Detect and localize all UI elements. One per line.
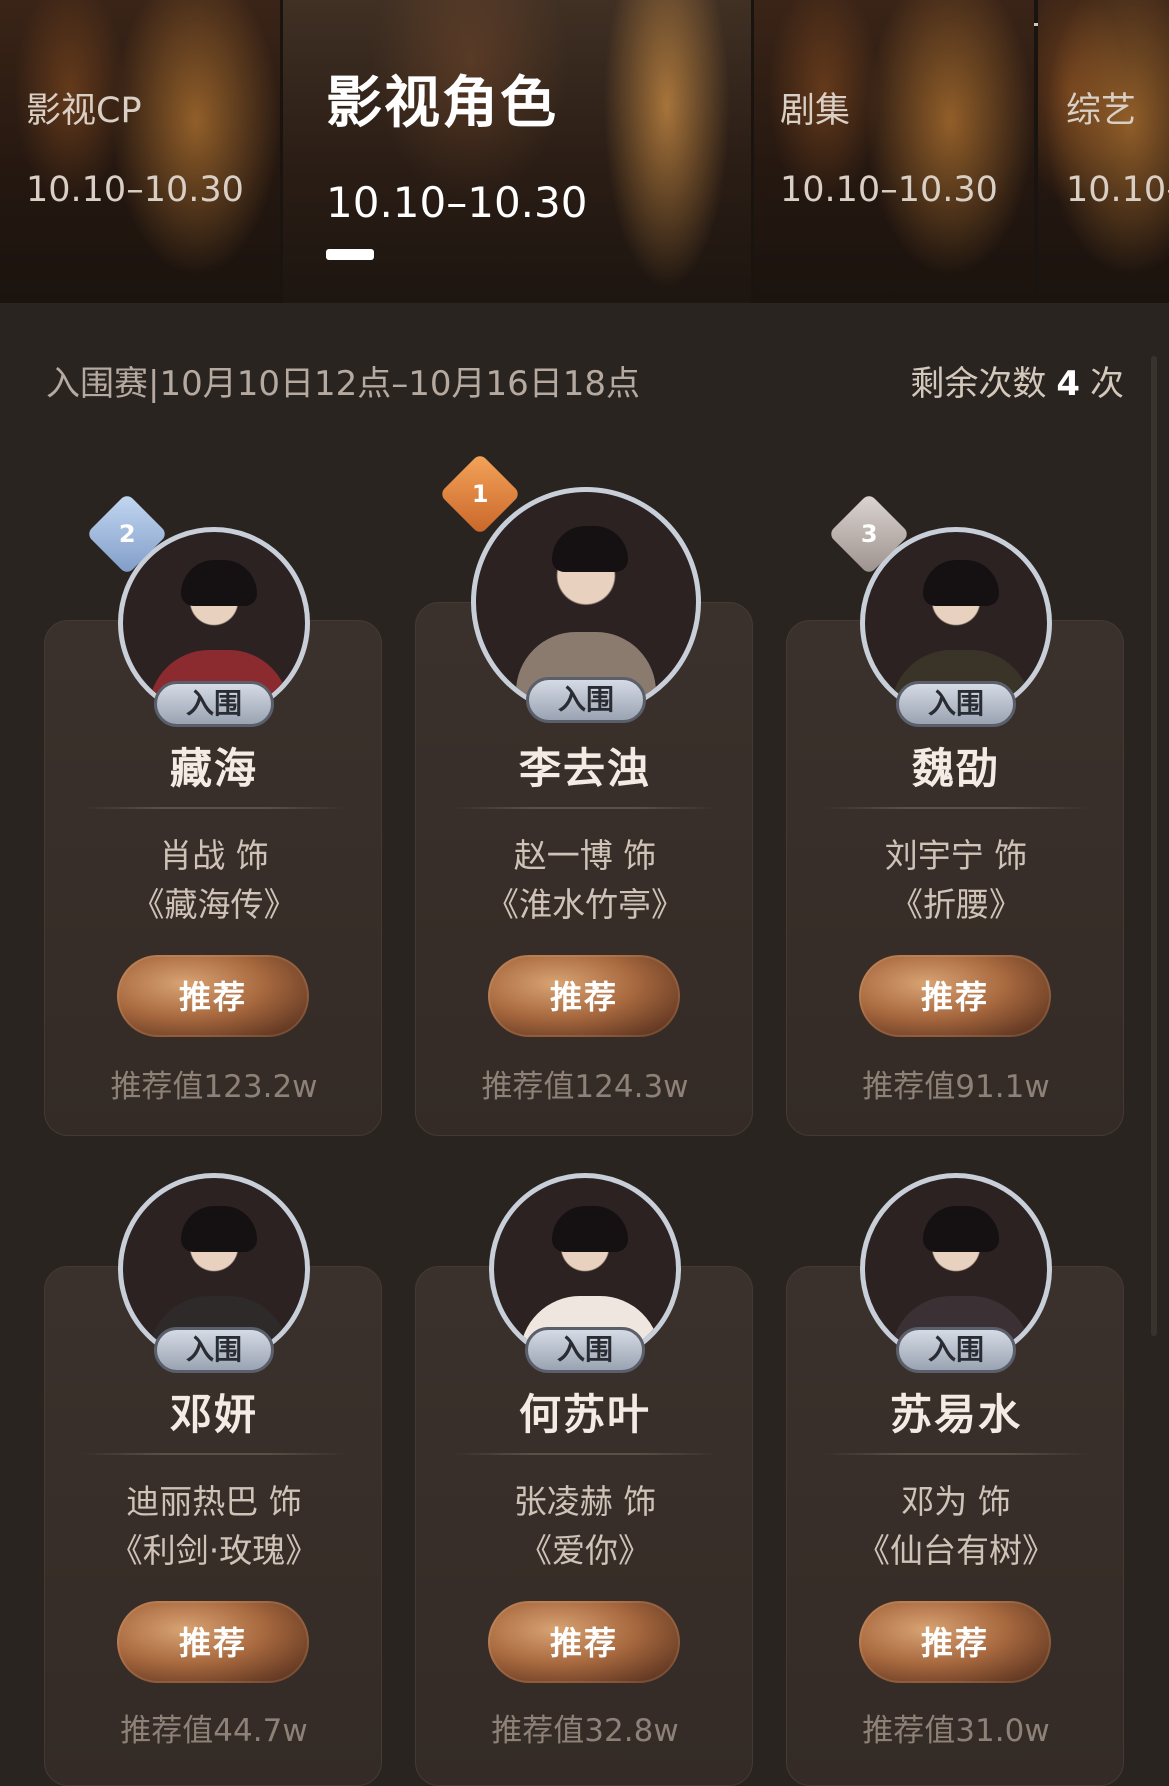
divider (81, 807, 347, 809)
status-badge: 入围 (896, 1327, 1016, 1373)
recommend-value: 推荐值91.1w (862, 1069, 1050, 1105)
role-name: 藏海 (169, 744, 258, 793)
divider (452, 1453, 718, 1455)
actor-name: 邓为 饰 (901, 1482, 1011, 1521)
role-name: 邓妍 (169, 1390, 258, 1439)
recommend-button[interactable]: 推荐 (859, 955, 1051, 1037)
actor-name: 迪丽热巴 饰 (126, 1482, 302, 1521)
role-name: 苏易水 (889, 1390, 1022, 1439)
status-badge: 入围 (154, 681, 274, 727)
actor-name: 刘宇宁 饰 (884, 836, 1028, 875)
status-badge: 入围 (525, 1327, 645, 1373)
role-name: 魏劭 (911, 744, 1000, 793)
show-title: 《淮水竹亭》 (486, 885, 684, 924)
show-title: 《仙台有树》 (857, 1531, 1055, 1570)
recommend-value: 推荐值124.3w (481, 1069, 689, 1105)
scrollbar[interactable] (1151, 356, 1157, 1336)
recommend-button[interactable]: 推荐 (859, 1601, 1051, 1683)
candidate-card: 2 入围 藏海 肖战 饰 《藏海传》 推荐 推荐值123.2w (44, 492, 382, 1136)
divider (823, 1453, 1089, 1455)
candidate-card: 入围 邓妍 迪丽热巴 饰 《利剑·玫瑰》 推荐 推荐值44.7w (44, 1173, 382, 1786)
candidate-card: 3 入围 魏劭 刘宇宁 饰 《折腰》 推荐 推荐值91.1w (786, 492, 1124, 1136)
actor-name: 张凌赫 饰 (513, 1482, 657, 1521)
actor-name: 肖战 饰 (159, 836, 269, 875)
show-title: 《藏海传》 (131, 885, 297, 924)
recommend-value: 推荐值44.7w (120, 1713, 308, 1749)
avatar[interactable]: 2 入围 (85, 492, 310, 727)
avatar[interactable]: 入围 (860, 1173, 1052, 1373)
recommend-value: 推荐值31.0w (862, 1713, 1050, 1749)
actor-name: 赵一博 饰 (513, 836, 657, 875)
role-name: 何苏叶 (518, 1390, 651, 1439)
recommend-button[interactable]: 推荐 (488, 955, 680, 1037)
recommend-button[interactable]: 推荐 (117, 1601, 309, 1683)
show-title: 《爱你》 (519, 1531, 651, 1570)
avatar[interactable]: 3 入围 (827, 492, 1052, 727)
divider (452, 807, 718, 809)
candidate-card: 入围 何苏叶 张凌赫 饰 《爱你》 推荐 推荐值32.8w (415, 1173, 753, 1786)
status-badge: 入围 (896, 681, 1016, 727)
avatar[interactable]: 入围 (489, 1173, 681, 1373)
candidate-grid: 2 入围 藏海 肖战 饰 《藏海传》 推荐 推荐值123.2w 1 入围 李去浊… (0, 0, 1169, 1786)
recommend-button[interactable]: 推荐 (488, 1601, 680, 1683)
recommend-value: 推荐值123.2w (110, 1069, 318, 1105)
status-badge: 入围 (526, 677, 646, 723)
avatar[interactable]: 入围 (118, 1173, 310, 1373)
show-title: 《利剑·玫瑰》 (109, 1531, 319, 1570)
divider (823, 807, 1089, 809)
candidate-card: 入围 苏易水 邓为 饰 《仙台有树》 推荐 推荐值31.0w (786, 1173, 1124, 1786)
role-name: 李去浊 (518, 744, 651, 793)
divider (81, 1453, 347, 1455)
recommend-value: 推荐值32.8w (491, 1713, 679, 1749)
candidate-card: 1 入围 李去浊 赵一博 饰 《淮水竹亭》 推荐 推荐值124.3w (415, 452, 753, 1136)
status-badge: 入围 (154, 1327, 274, 1373)
show-title: 《折腰》 (890, 885, 1022, 924)
avatar[interactable]: 1 入围 (438, 452, 701, 723)
recommend-button[interactable]: 推荐 (117, 955, 309, 1037)
